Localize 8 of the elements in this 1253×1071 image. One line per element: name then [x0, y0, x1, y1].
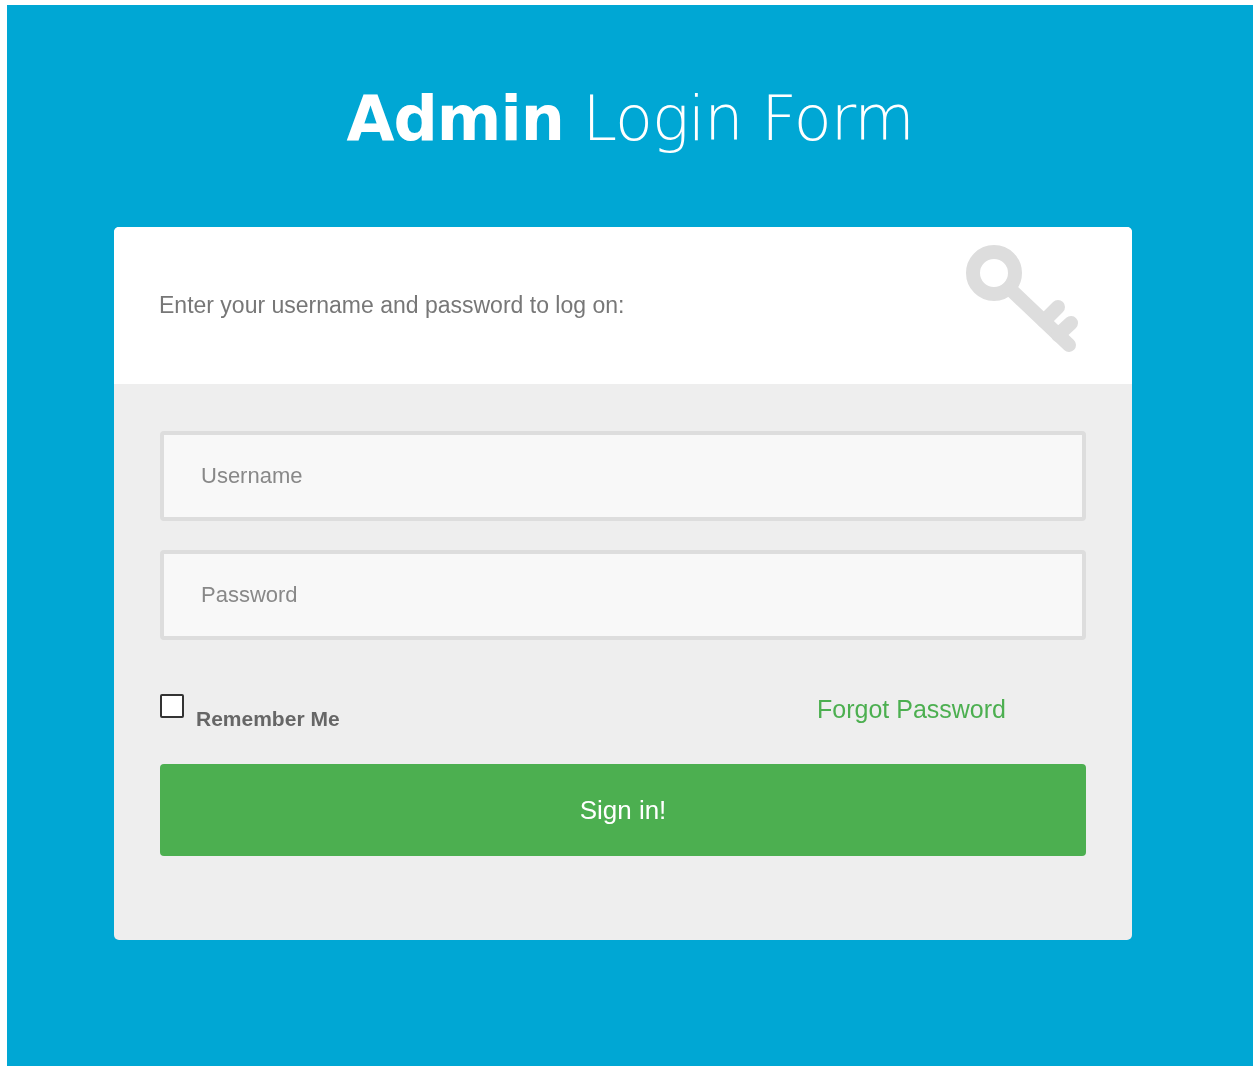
remember-label: Remember Me: [196, 707, 340, 731]
password-field[interactable]: Password: [160, 550, 1086, 640]
remember-checkbox[interactable]: [160, 694, 184, 718]
page-title: Admin Login Form: [346, 83, 914, 155]
sign-in-button[interactable]: Sign in!: [160, 764, 1086, 856]
instruction-text: Enter your username and password to log on:: [159, 292, 625, 319]
forgot-password-link[interactable]: Forgot Password: [817, 695, 1006, 724]
username-field[interactable]: Username: [160, 431, 1086, 521]
